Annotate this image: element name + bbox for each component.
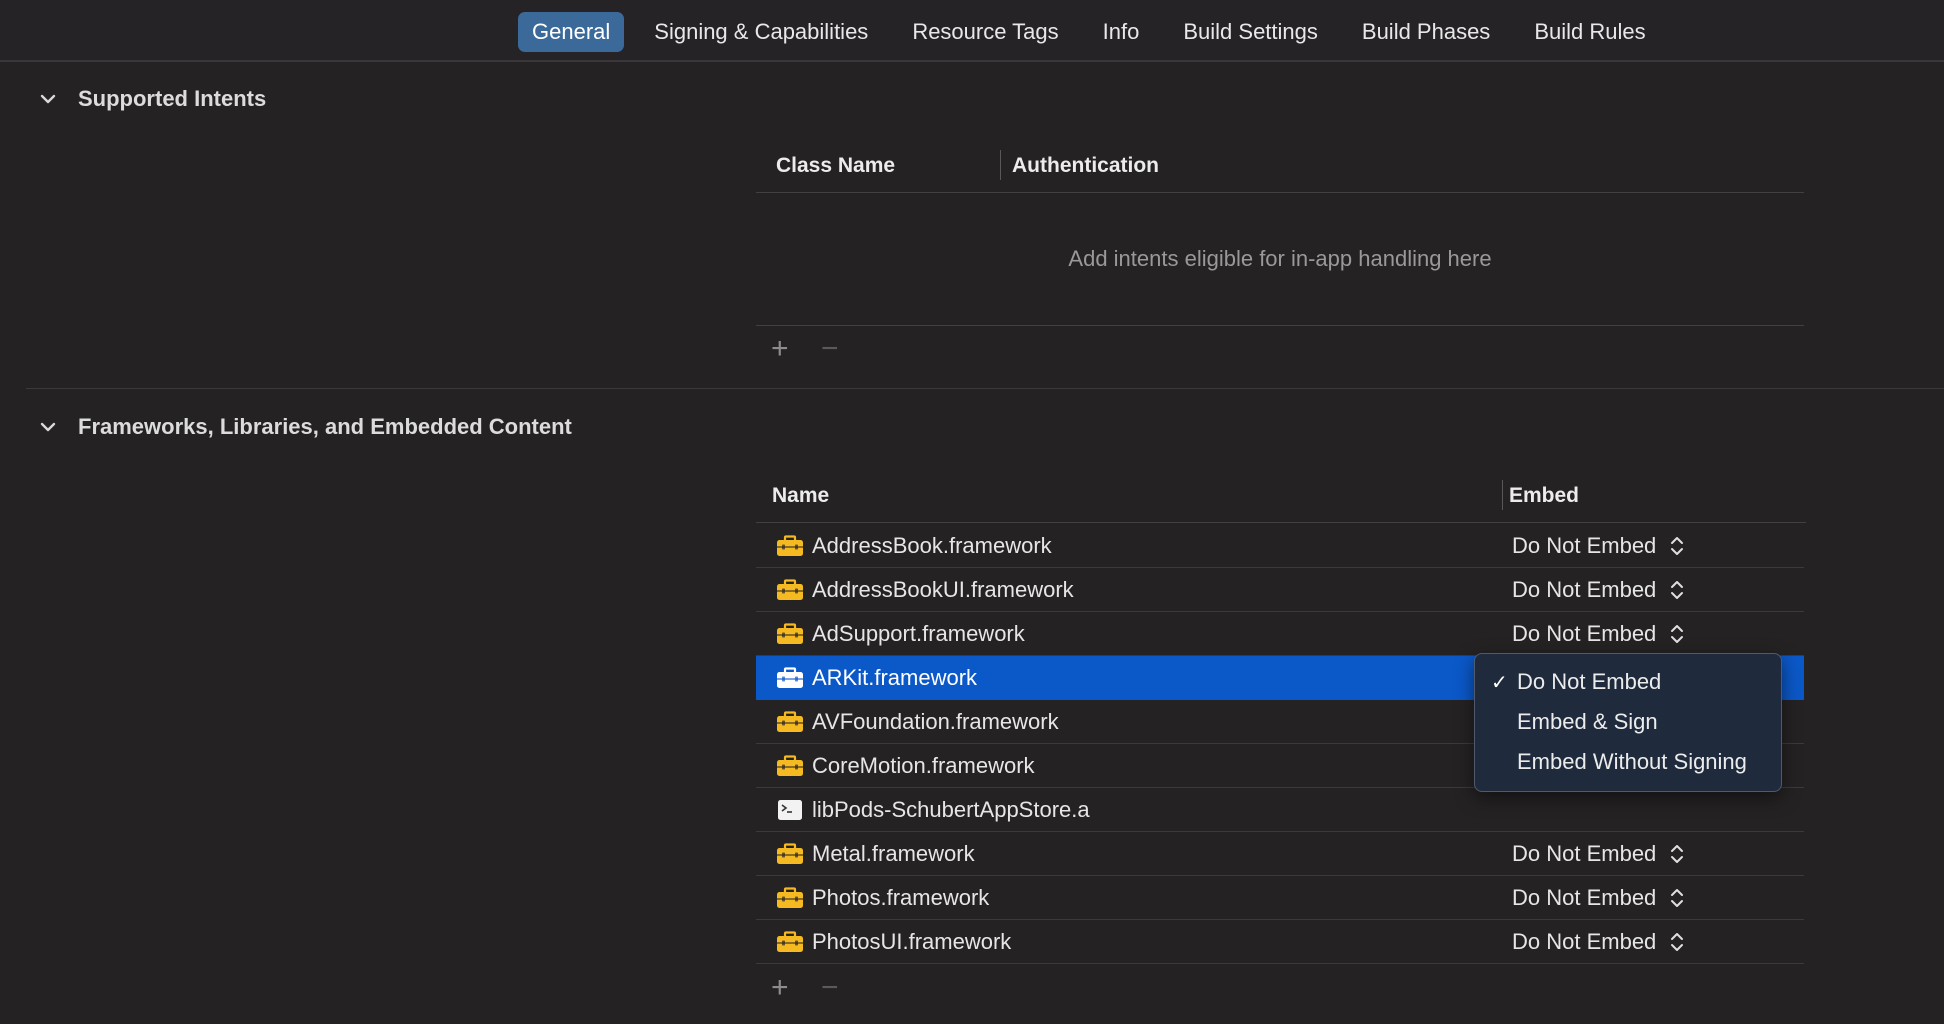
table-row[interactable]: AddressBookUI.framework Do Not Embed	[756, 568, 1804, 612]
up-down-chevron-icon	[1671, 845, 1683, 863]
up-down-chevron-icon	[1671, 889, 1683, 907]
section-title: Supported Intents	[78, 86, 267, 111]
up-down-chevron-icon	[1671, 625, 1683, 643]
embed-popup-button[interactable]: Do Not Embed	[1512, 577, 1656, 603]
tab-signing-capabilities[interactable]: Signing & Capabilities	[640, 12, 882, 52]
tab-build-rules[interactable]: Build Rules	[1520, 12, 1659, 52]
empty-table-placeholder: Add intents eligible for in-app handling…	[1068, 246, 1492, 271]
frameworks-section-header[interactable]: Frameworks, Libraries, and Embedded Cont…	[40, 414, 572, 440]
tab-list: General Signing & Capabilities Resource …	[518, 12, 1676, 52]
toolbox-icon	[777, 579, 803, 600]
toolbox-icon	[777, 887, 803, 908]
table-row[interactable]: libPods-SchubertAppStore.a	[756, 788, 1804, 832]
checkmark-icon: ✓	[1491, 672, 1508, 694]
column-header-class-name[interactable]: Class Name	[776, 154, 895, 178]
framework-name: PhotosUI.framework	[812, 929, 1012, 954]
toolbox-icon	[777, 667, 803, 688]
tab-build-phases[interactable]: Build Phases	[1348, 12, 1504, 52]
toolbox-icon	[777, 843, 803, 864]
embed-popup-button[interactable]: Do Not Embed	[1512, 533, 1656, 559]
framework-name: AddressBookUI.framework	[812, 577, 1074, 602]
toolbox-icon	[777, 931, 803, 952]
embed-popup-button[interactable]: Do Not Embed	[1512, 885, 1656, 911]
section-title: Frameworks, Libraries, and Embedded Cont…	[78, 414, 572, 439]
table-bottom-divider	[756, 325, 1804, 326]
column-header-name[interactable]: Name	[772, 484, 829, 508]
up-down-chevron-icon	[1671, 933, 1683, 951]
framework-name: libPods-SchubertAppStore.a	[812, 797, 1090, 822]
chevron-down-icon[interactable]	[40, 419, 56, 435]
tab-info[interactable]: Info	[1089, 12, 1154, 52]
up-down-chevron-icon	[1671, 581, 1683, 599]
column-header-authentication[interactable]: Authentication	[1012, 154, 1159, 178]
menu-item-embed-without-signing[interactable]: Embed Without Signing	[1517, 749, 1747, 775]
supported-intents-header[interactable]: Supported Intents	[40, 86, 266, 112]
framework-name: Photos.framework	[812, 885, 990, 910]
toolbox-icon	[777, 711, 803, 732]
add-framework-button[interactable]: +	[771, 973, 789, 1003]
table-row[interactable]: PhotosUI.framework Do Not Embed	[756, 920, 1804, 964]
column-divider[interactable]	[1000, 150, 1001, 180]
tab-build-settings[interactable]: Build Settings	[1169, 12, 1332, 52]
table-header-divider	[756, 522, 1806, 523]
embed-popup-button[interactable]: Do Not Embed	[1512, 621, 1656, 647]
table-row[interactable]: AddressBook.framework Do Not Embed	[756, 524, 1804, 568]
menu-item-embed-sign[interactable]: Embed & Sign	[1517, 709, 1658, 735]
tab-general[interactable]: General	[518, 12, 625, 52]
column-divider[interactable]	[1502, 480, 1503, 510]
embed-popup-menu: ✓ Do Not Embed Embed & Sign Embed Withou…	[1474, 653, 1782, 792]
toolbox-icon	[777, 535, 803, 556]
section-divider	[26, 388, 1944, 389]
framework-name: AdSupport.framework	[812, 621, 1025, 646]
tab-resource-tags[interactable]: Resource Tags	[898, 12, 1072, 52]
framework-name: Metal.framework	[812, 841, 975, 866]
editor-tab-bar: General Signing & Capabilities Resource …	[0, 0, 1944, 62]
embed-popup-button[interactable]: Do Not Embed	[1512, 841, 1656, 867]
remove-framework-button[interactable]: −	[821, 973, 839, 1003]
toolbox-icon	[777, 755, 803, 776]
framework-name: ARKit.framework	[812, 665, 978, 690]
table-header-divider	[756, 192, 1804, 193]
up-down-chevron-icon	[1671, 537, 1683, 555]
embed-popup-button[interactable]: Do Not Embed	[1512, 929, 1656, 955]
table-row[interactable]: AdSupport.framework Do Not Embed	[756, 612, 1804, 656]
add-intent-button[interactable]: +	[771, 334, 789, 364]
terminal-icon	[778, 800, 802, 820]
framework-name: CoreMotion.framework	[812, 753, 1035, 778]
remove-intent-button[interactable]: −	[821, 334, 839, 364]
toolbox-icon	[777, 623, 803, 644]
chevron-down-icon[interactable]	[40, 91, 56, 107]
table-row[interactable]: Metal.framework Do Not Embed	[756, 832, 1804, 876]
menu-item-do-not-embed[interactable]: Do Not Embed	[1517, 669, 1661, 695]
framework-name: AVFoundation.framework	[812, 709, 1059, 734]
framework-name: AddressBook.framework	[812, 533, 1052, 558]
table-row[interactable]: Photos.framework Do Not Embed	[756, 876, 1804, 920]
column-header-embed[interactable]: Embed	[1509, 484, 1579, 508]
